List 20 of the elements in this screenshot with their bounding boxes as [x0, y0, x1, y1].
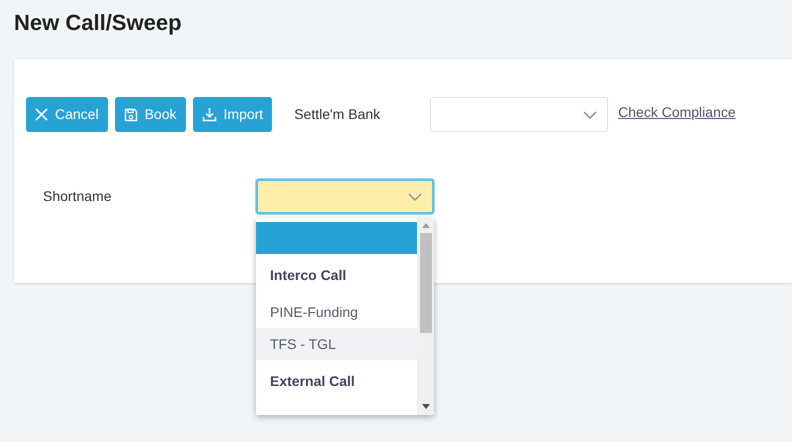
check-compliance-link[interactable]: Check Compliance — [618, 102, 736, 123]
field-label: Settle'm Bank — [294, 105, 380, 124]
shortname-select[interactable] — [256, 179, 434, 214]
group-header: Interco Call — [269, 266, 348, 284]
field-label: Shortname — [43, 187, 112, 206]
chevron-down-icon — [408, 192, 422, 200]
dropdown-option[interactable]: TFS - TGL — [256, 328, 417, 360]
dropdown-option[interactable] — [256, 222, 417, 254]
save-icon — [124, 108, 138, 122]
dropdown-option[interactable]: PINE-Funding — [256, 296, 417, 328]
scroll-up-icon[interactable] — [422, 223, 430, 228]
chevron-down-icon — [583, 110, 598, 118]
group-header: External Call — [269, 372, 356, 390]
scrollbar-thumb[interactable] — [420, 233, 432, 333]
close-icon — [35, 108, 48, 121]
scroll-down-icon[interactable] — [422, 404, 430, 409]
download-icon — [202, 107, 217, 122]
bank-select[interactable] — [430, 97, 608, 132]
page-title: New Call/Sweep — [14, 9, 182, 37]
scrollbar[interactable] — [417, 218, 434, 415]
